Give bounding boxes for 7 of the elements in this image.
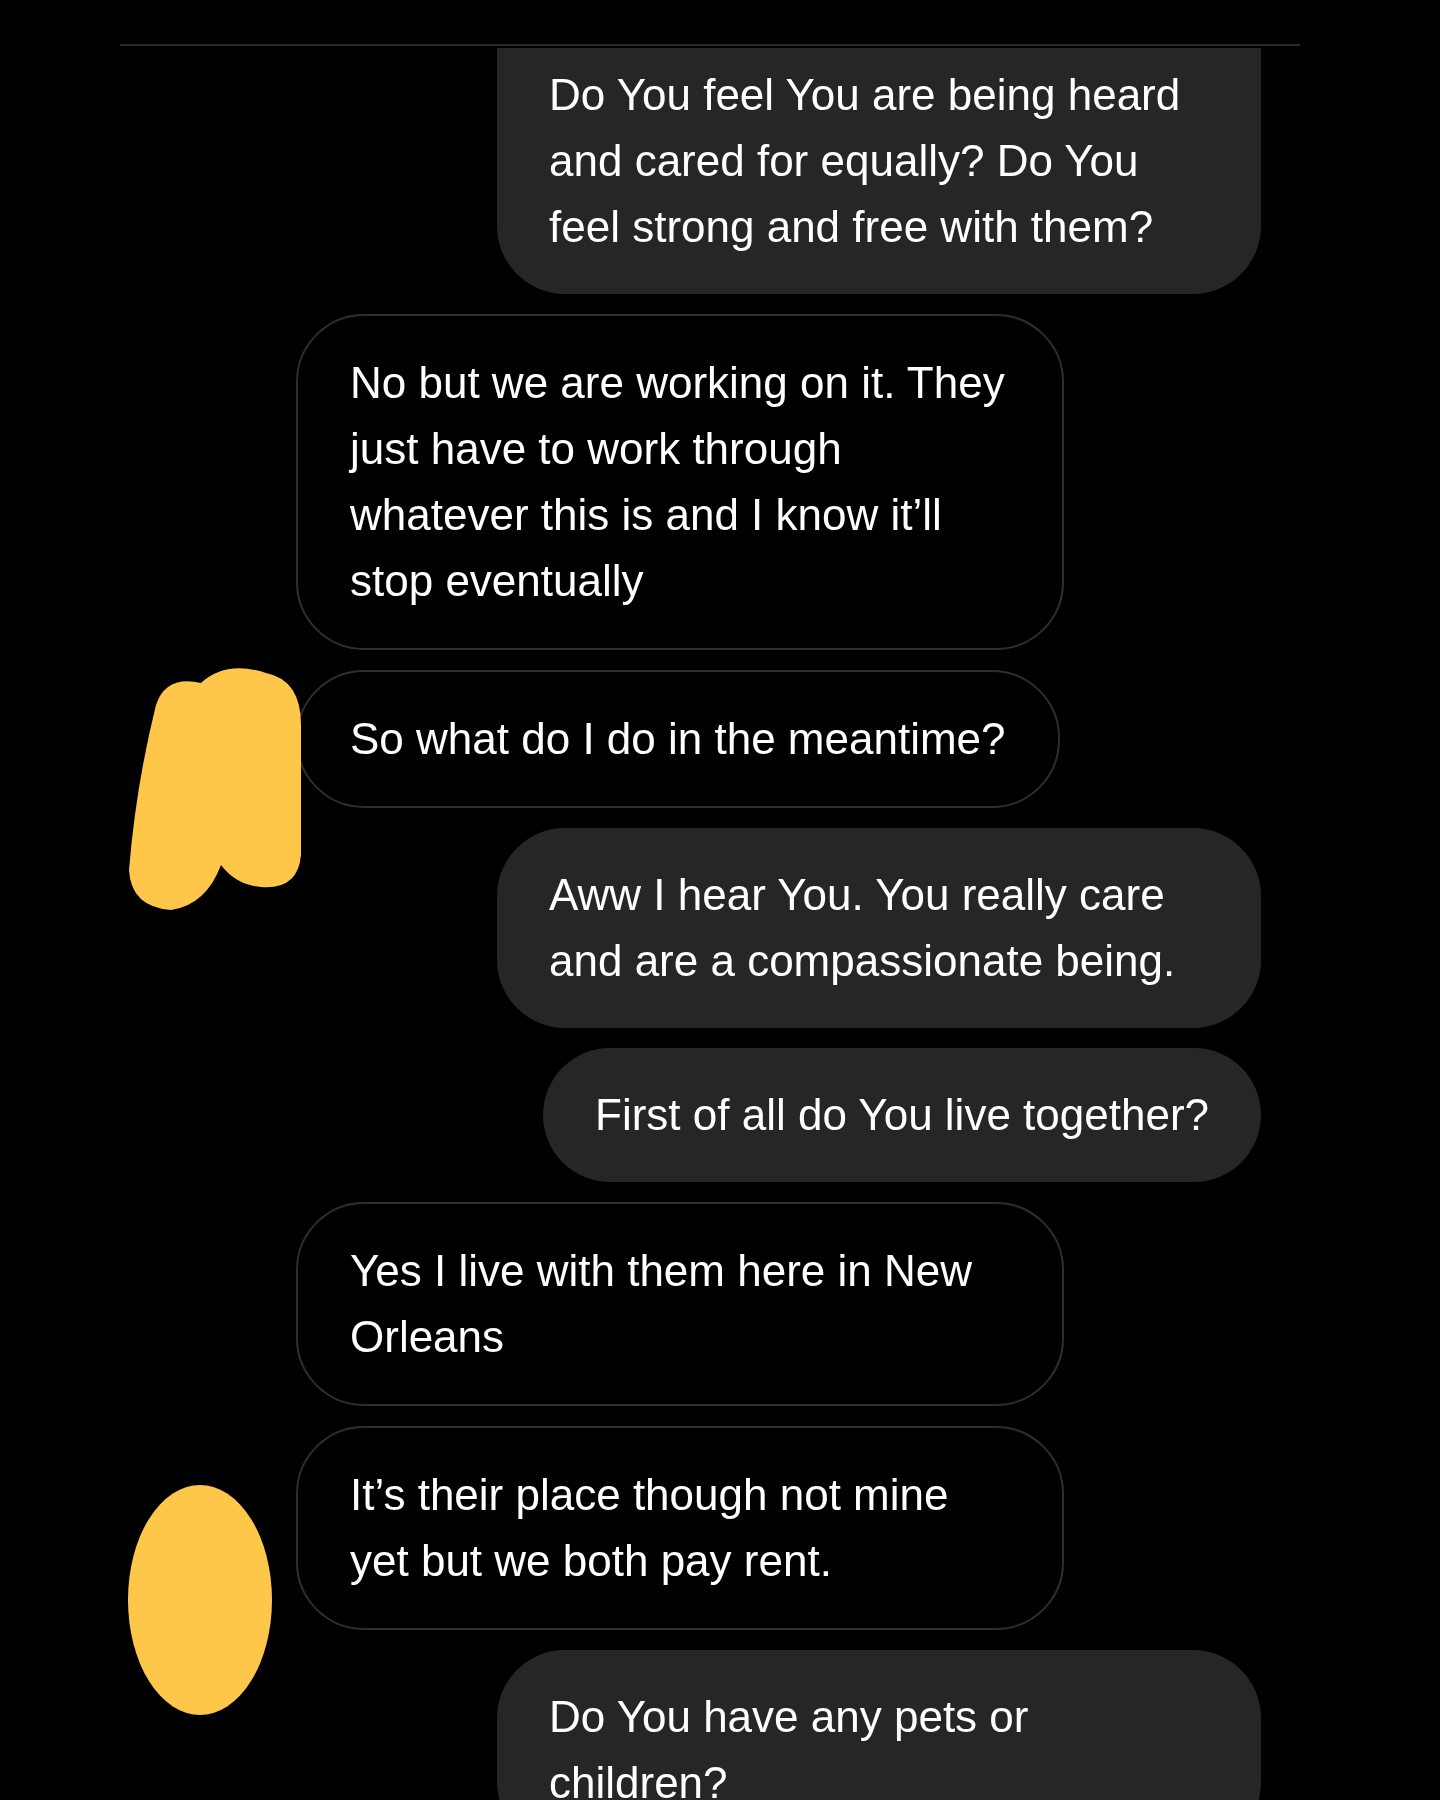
message-bubble: Do You have any pets or children? xyxy=(497,1650,1261,1800)
message-bubble: No but we are working on it. They just have to work through whatever this is and I know it’ll stop eventually xyxy=(296,314,1064,650)
message-bubble: It’s their place though not mine yet but we both pay rent. xyxy=(296,1426,1064,1630)
message-bubble: Do You feel You are being heard and cared for equally? Do You feel strong and free with them? xyxy=(497,48,1261,294)
message-bubble: Aww I hear You. You really care and are a compassionate being. xyxy=(497,828,1261,1028)
message-bubble: Yes I live with them here in New Orleans xyxy=(296,1202,1064,1406)
message-bubble: First of all do You live together? xyxy=(543,1048,1261,1182)
